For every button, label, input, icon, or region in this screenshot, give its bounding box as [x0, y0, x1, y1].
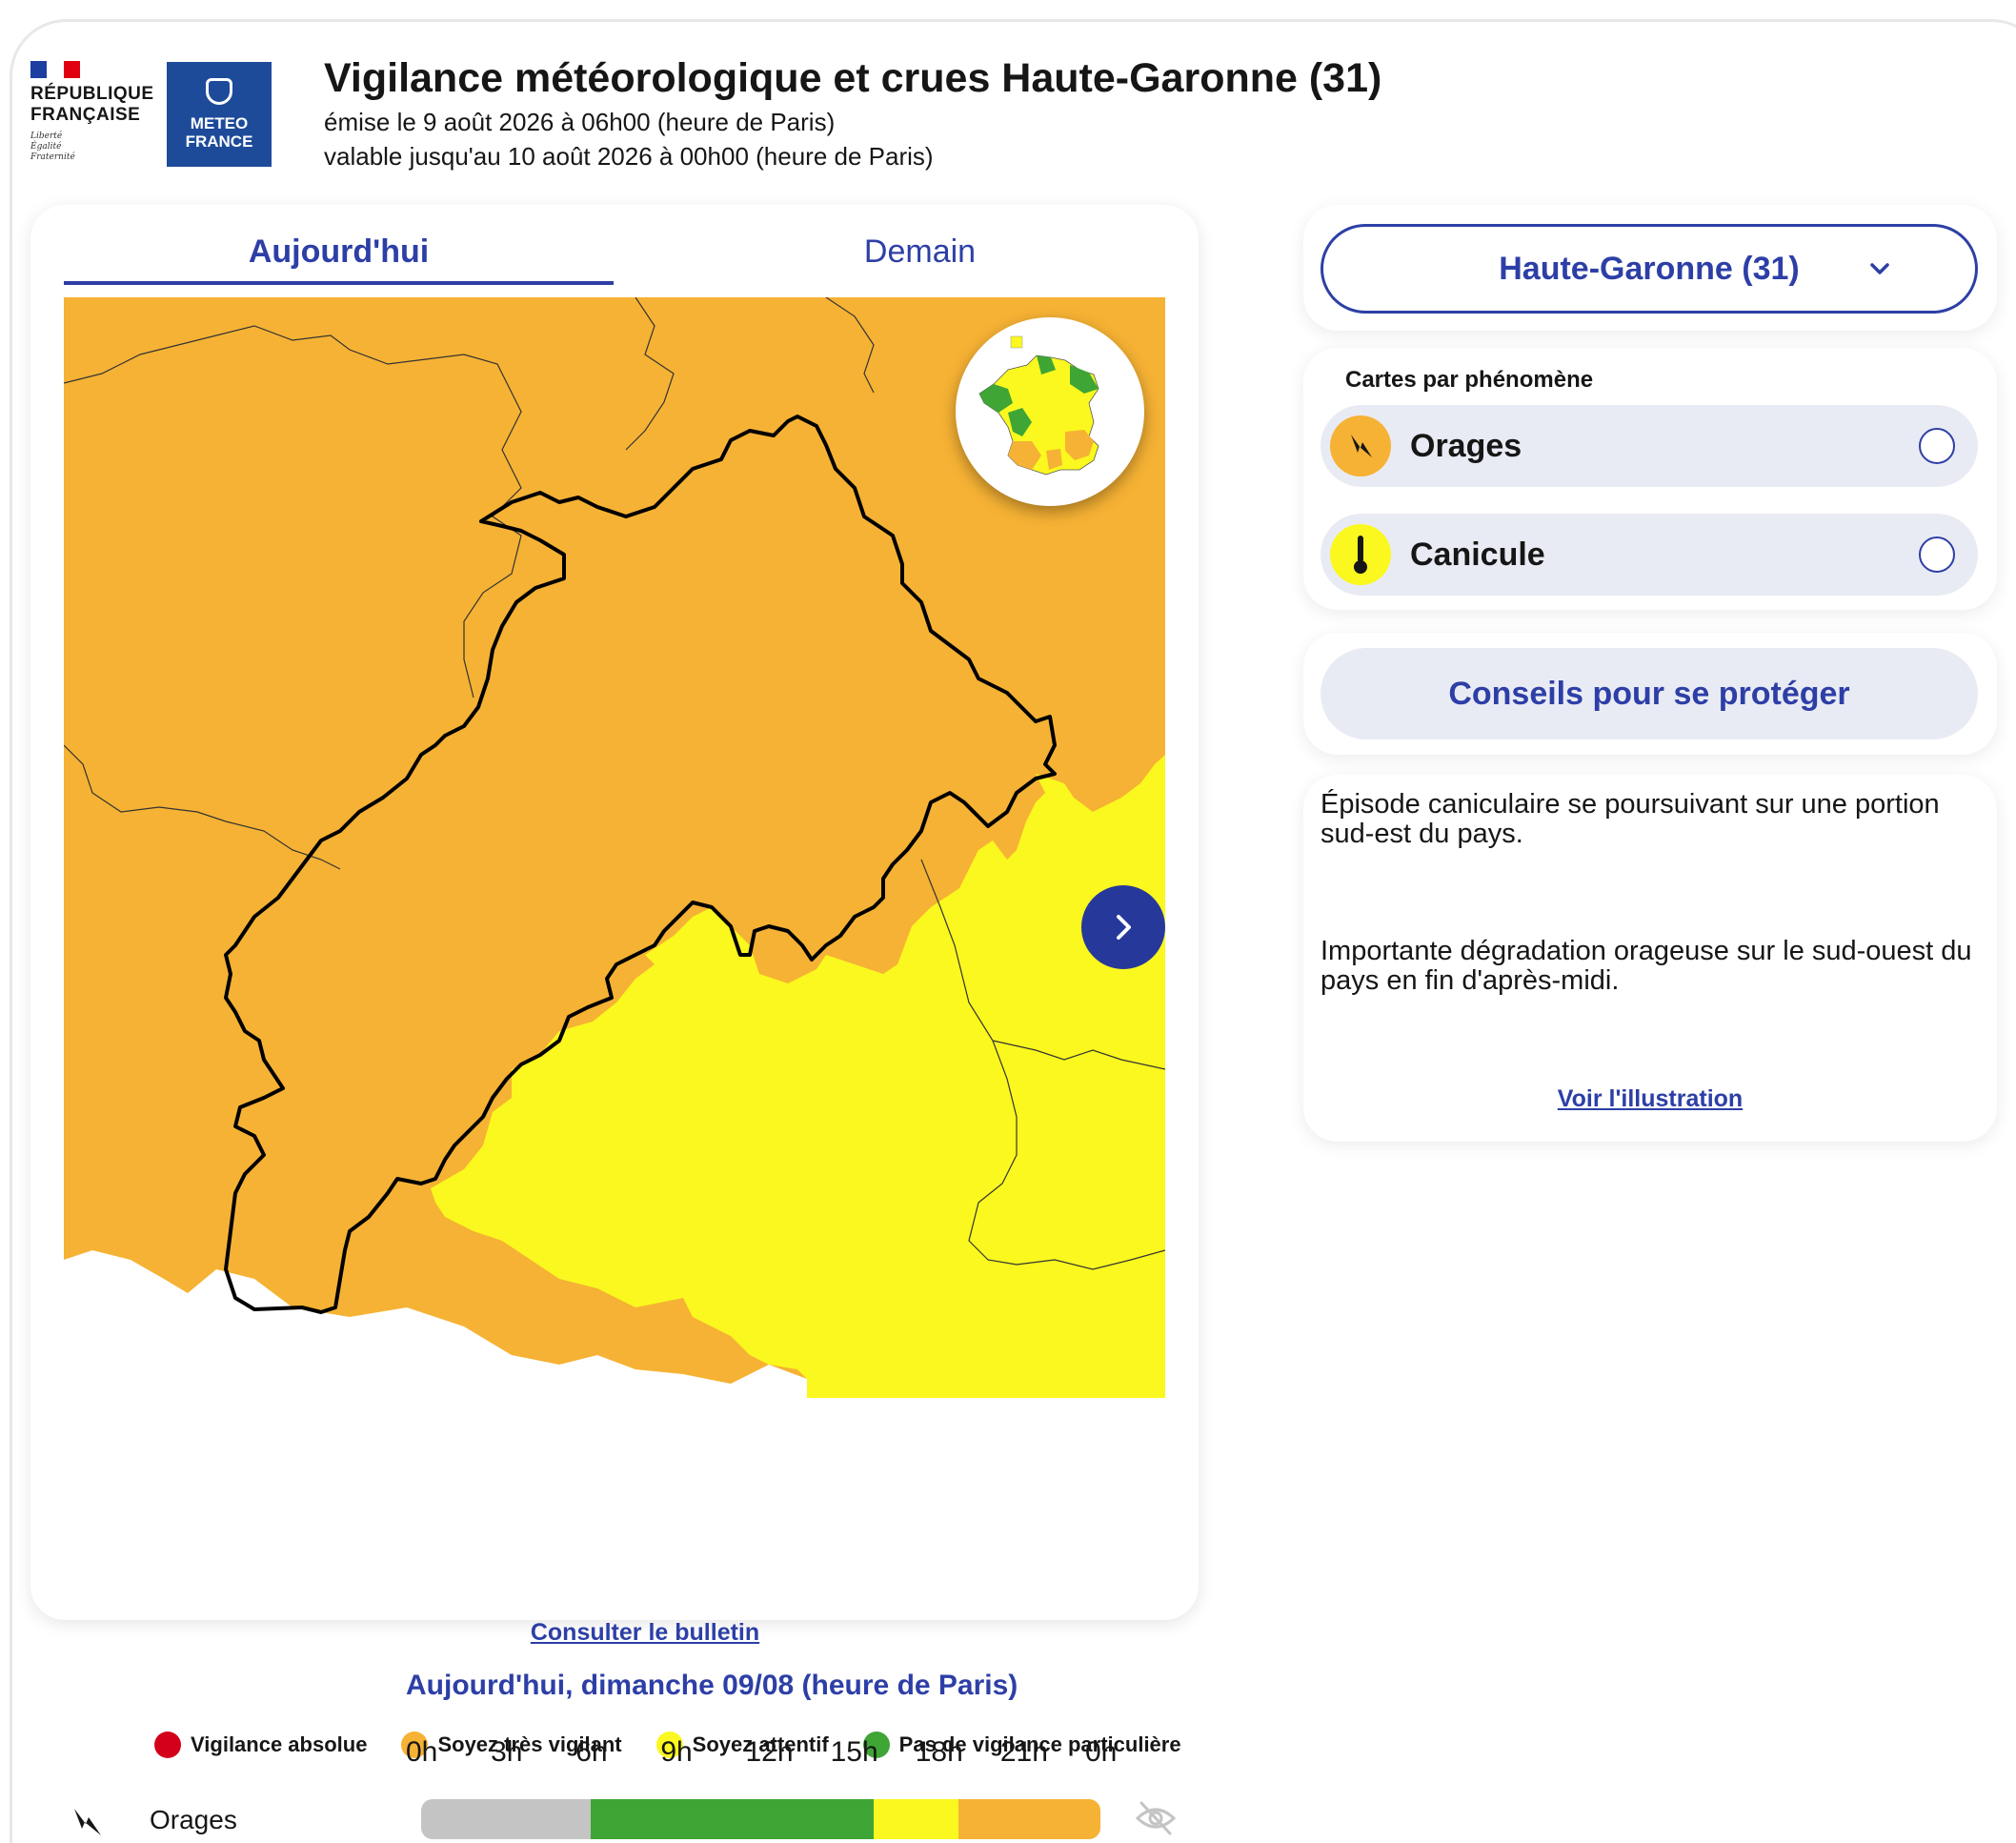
meteo-france-icon — [206, 78, 232, 105]
department-card: Haute-Garonne (31) — [1303, 205, 1997, 331]
timeline-segment-none — [421, 1799, 592, 1839]
rf-text: RÉPUBLIQUE FRANÇAISE — [30, 84, 154, 125]
timeline-hour-label: 18h — [915, 1736, 963, 1768]
french-flag-icon — [30, 61, 80, 78]
timeline-segment-green — [591, 1799, 875, 1839]
timeline-segment-orange — [958, 1799, 1100, 1839]
next-map-button[interactable] — [1081, 885, 1165, 969]
lightning-icon — [74, 1809, 101, 1835]
phenomena-title: Cartes par phénomène — [1345, 367, 1594, 393]
timeline-hour-label: 12h — [745, 1736, 794, 1768]
timeline-hour-label: 3h — [491, 1736, 523, 1768]
chevron-down-icon — [1870, 263, 1889, 274]
eye-off-icon[interactable] — [1134, 1799, 1178, 1837]
active-tab-indicator — [64, 281, 614, 285]
lightning-icon — [1330, 415, 1391, 476]
phenomenon-radio[interactable] — [1919, 428, 1955, 464]
rf-motto: Liberté Égalité Fraternité — [30, 132, 75, 162]
summary-paragraph-1: Épisode caniculaire se poursuivant sur u… — [1320, 789, 1940, 849]
page-title: Vigilance météorologique et crues Haute-… — [324, 55, 1382, 101]
timeline-hour-label: 6h — [575, 1736, 608, 1768]
timeline-title: Aujourd'hui, dimanche 09/08 (heure de Pa… — [406, 1670, 1018, 1701]
phenomenon-label: Orages — [1410, 427, 1522, 464]
phenomenon-orages[interactable]: Orages — [1320, 405, 1978, 487]
consult-bulletin-link[interactable]: Consulter le bulletin — [30, 1619, 1260, 1647]
timeline-hour-label: 0h — [406, 1736, 438, 1768]
timeline-bar — [421, 1799, 1100, 1839]
timeline-hour-label: 9h — [660, 1736, 693, 1768]
legend-dot-red — [154, 1732, 181, 1758]
timeline-hour-label: 21h — [999, 1736, 1048, 1768]
tab-tomorrow[interactable]: Demain — [645, 233, 1195, 271]
phenomenon-canicule[interactable]: Canicule — [1320, 514, 1978, 596]
legend-item-red: Vigilance absolue — [154, 1732, 367, 1758]
phenomenon-radio[interactable] — [1919, 537, 1955, 573]
department-select[interactable]: Haute-Garonne (31) — [1320, 224, 1978, 314]
timeline-segment-yellow — [874, 1799, 959, 1839]
france-mini-map[interactable] — [956, 317, 1144, 506]
republique-francaise-logo: RÉPUBLIQUE FRANÇAISE Liberté Égalité Fra… — [30, 61, 154, 163]
protection-advice-button[interactable]: Conseils pour se protéger — [1320, 648, 1978, 739]
meteo-france-logo[interactable]: METEO FRANCE — [167, 62, 272, 167]
advice-card: Conseils pour se protéger — [1303, 633, 1997, 755]
summary-paragraph-2: Importante dégradation orageuse sur le s… — [1320, 936, 1972, 996]
timeline-row-label: Orages — [150, 1805, 237, 1834]
phenomena-card: Cartes par phénomène Orages Canicule — [1303, 348, 1997, 610]
timeline-hour-label: 0h — [1085, 1736, 1118, 1768]
thermometer-icon — [1330, 524, 1391, 585]
tab-today[interactable]: Aujourd'hui — [64, 233, 614, 271]
view-illustration-link[interactable]: Voir l'illustration — [1303, 1085, 1997, 1113]
chevron-right-icon — [1117, 915, 1131, 940]
phenomenon-label: Canicule — [1410, 536, 1545, 573]
valid-until-date: valable jusqu'au 10 août 2026 à 00h00 (h… — [324, 142, 934, 171]
timeline-hour-label: 15h — [830, 1736, 878, 1768]
department-select-value: Haute-Garonne (31) — [1499, 250, 1800, 287]
issued-date: émise le 9 août 2026 à 06h00 (heure de P… — [324, 108, 836, 136]
summary-card: Épisode caniculaire se poursuivant sur u… — [1303, 775, 1997, 1142]
